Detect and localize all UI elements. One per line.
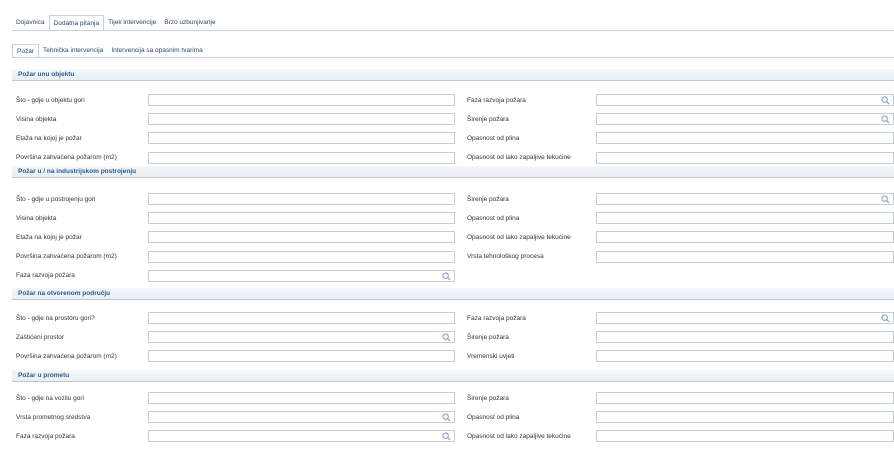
field-label: Faza razvoja požara <box>16 272 75 280</box>
etaza-na-kojoj-je-pozar-field[interactable] <box>148 231 455 244</box>
field-label: Vrsta prometnog sredstva <box>16 413 91 421</box>
opasnost-od-plina-field[interactable] <box>596 132 894 145</box>
field-label: Širenje požara <box>467 115 509 123</box>
sto-gdje-u-postrojenju-gori-field[interactable] <box>148 193 455 205</box>
field-label: Što - gdje u objektu gori <box>16 96 85 104</box>
field-label: Opasnost od plina <box>467 134 520 142</box>
section-header: Požar u / na industrijskom postrojenju <box>12 166 894 178</box>
field-label: Faza razvoja požara <box>467 96 526 104</box>
field-label: Vremenski uvjeti <box>467 352 515 360</box>
field-label: Faza razvoja požara <box>16 432 75 440</box>
outer-tab-dojavnica[interactable]: Dojavnica <box>12 15 49 31</box>
povrsina-zahvacena-pozarom-m2-field[interactable] <box>148 151 455 164</box>
opasnost-od-lako-zapaljive-tekucine-field[interactable] <box>596 430 894 443</box>
faza-razvoja-pozara-field[interactable] <box>596 312 894 324</box>
section-header: Požar u prometu <box>12 370 894 382</box>
magnifier-icon[interactable] <box>442 272 451 281</box>
field-label: Opasnost od plina <box>467 214 520 222</box>
outer-tab-tijek-intervencije[interactable]: Tijek intervencije <box>104 15 160 31</box>
sirenje-pozara-field[interactable] <box>596 193 894 205</box>
field-label: Visina objekta <box>16 214 57 222</box>
povrsina-zahvacena-pozarom-m2-field[interactable] <box>148 350 455 363</box>
field-label: Etaža na kojoj je požar <box>16 233 82 241</box>
section-header: Požar na otvorenom području <box>12 288 894 300</box>
section-header: Požar unu objektu <box>12 69 894 81</box>
field-label: Visina objekta <box>16 115 57 123</box>
field-label: Što - gdje na vozilu gori <box>16 394 84 402</box>
field-label: Što - gdje u postrojenju gori <box>16 195 96 203</box>
field-label: Opasnost od lako zapaljive tekućine <box>467 154 571 162</box>
magnifier-icon[interactable] <box>442 432 451 441</box>
faza-razvoja-pozara-field[interactable] <box>148 269 455 282</box>
field-label: Širenje požara <box>467 394 509 402</box>
magnifier-icon[interactable] <box>881 115 890 124</box>
field-label: Opasnost od lako zapaljive tekućine <box>467 432 571 440</box>
povrsina-zahvacena-pozarom-m2-field[interactable] <box>148 250 455 263</box>
outer-tab-dodatna-pitanja[interactable]: Dodatna pitanja <box>48 15 105 31</box>
field-label: Zaštićeni prostor <box>16 333 65 341</box>
field-label: Vrsta tehnološkog procesa <box>467 253 544 261</box>
field-label: Površina zahvaćena požarom (m2) <box>16 253 117 261</box>
field-label: Širenje požara <box>467 333 509 341</box>
vrsta-tehnoloskog-procesa-field[interactable] <box>596 250 894 263</box>
sto-gdje-na-vozilu-gori-field[interactable] <box>148 392 455 404</box>
faza-razvoja-pozara-field[interactable] <box>148 430 455 443</box>
magnifier-icon[interactable] <box>442 413 451 422</box>
inner-tab-tehnicka-intervencija[interactable]: Tehnička intervencija <box>39 44 107 58</box>
field-label: Što - gdje na prostoru gori? <box>16 314 95 322</box>
sto-gdje-na-prostoru-gori-field[interactable] <box>148 312 455 324</box>
opasnost-od-plina-field[interactable] <box>596 411 894 424</box>
sto-gdje-u-objektu-gori-field[interactable] <box>148 94 455 106</box>
opasnost-od-lako-zapaljive-tekucine-field[interactable] <box>596 151 894 164</box>
etaza-na-kojoj-je-pozar-field[interactable] <box>148 132 455 145</box>
sirenje-pozara-field[interactable] <box>596 392 894 404</box>
field-label: Faza razvoja požara <box>467 314 526 322</box>
field-label: Opasnost od plina <box>467 413 520 421</box>
field-label: Etaža na kojoj je požar <box>16 134 82 142</box>
inner-tab-intervencija-sa-opasnim-tvarima[interactable]: Intervencija sa opasnim tvarima <box>107 44 206 58</box>
zasticeni-prostor-field[interactable] <box>148 331 455 344</box>
vremenski-uvjeti-field[interactable] <box>596 350 894 363</box>
visina-objekta-field[interactable] <box>148 113 455 126</box>
outer-tab-brzo-uzbunjivanje[interactable]: Brzo uzbunjivanje <box>160 15 219 31</box>
sirenje-pozara-field[interactable] <box>596 113 894 126</box>
field-label: Širenje požara <box>467 195 509 203</box>
field-label: Površina zahvaćena požarom (m2) <box>16 154 117 162</box>
magnifier-icon[interactable] <box>881 314 890 323</box>
opasnost-od-lako-zapaljive-tekucine-field[interactable] <box>596 231 894 244</box>
field-label: Opasnost od lako zapaljive tekućine <box>467 233 571 241</box>
visina-objekta-field[interactable] <box>148 212 455 225</box>
inner-tab-pozar[interactable]: Požar <box>12 44 39 58</box>
vrsta-prometnog-sredstva-field[interactable] <box>148 411 455 424</box>
magnifier-icon[interactable] <box>881 96 890 105</box>
field-label: Površina zahvaćena požarom (m2) <box>16 352 117 360</box>
opasnost-od-plina-field[interactable] <box>596 212 894 225</box>
magnifier-icon[interactable] <box>881 195 890 204</box>
magnifier-icon[interactable] <box>442 333 451 342</box>
faza-razvoja-pozara-field[interactable] <box>596 94 894 106</box>
sirenje-pozara-field[interactable] <box>596 331 894 344</box>
